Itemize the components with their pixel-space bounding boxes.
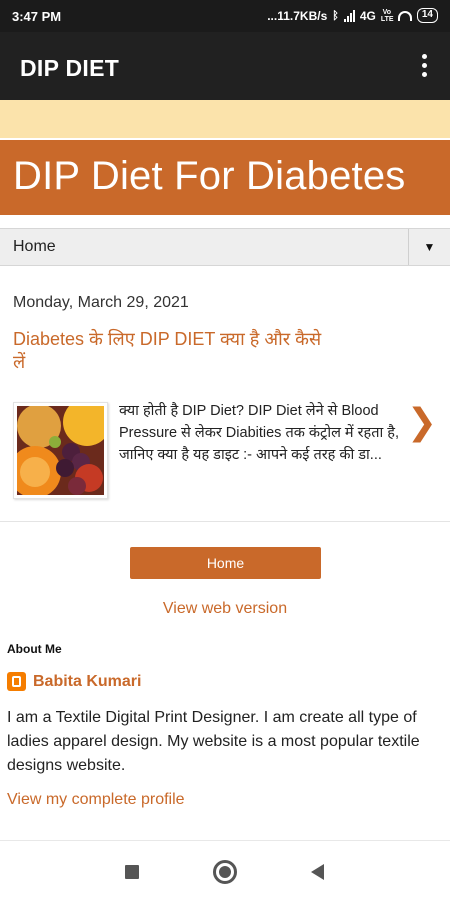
header-strip bbox=[0, 100, 450, 138]
blog-title[interactable]: DIP Diet For Diabetes bbox=[13, 154, 406, 199]
app-title: DIP DIET bbox=[20, 55, 120, 81]
signal-icon bbox=[343, 9, 355, 22]
more-vert-icon[interactable] bbox=[420, 54, 428, 77]
wifi-icon bbox=[397, 10, 412, 21]
blogger-icon bbox=[7, 672, 26, 691]
author-name[interactable]: Babita Kumari bbox=[33, 673, 141, 691]
blog-banner[interactable]: DIP Diet For Diabetes bbox=[0, 140, 450, 215]
home-button[interactable]: Home bbox=[130, 547, 321, 579]
post-snippet: क्या होती है DIP Diet? DIP Diet लेने से … bbox=[119, 403, 400, 463]
recents-icon[interactable] bbox=[125, 865, 139, 879]
status-icons: ...11.7KB/s ᛒ 4G Vo LTE 14 bbox=[267, 8, 438, 23]
caret-down-icon[interactable]: ▼ bbox=[408, 229, 450, 265]
post-thumbnail[interactable] bbox=[13, 402, 108, 499]
fruit-image bbox=[17, 406, 104, 495]
home-icon[interactable] bbox=[213, 860, 237, 884]
status-bar: 3:47 PM ...11.7KB/s ᛒ 4G Vo LTE 14 bbox=[0, 0, 450, 32]
back-icon[interactable] bbox=[311, 864, 324, 880]
system-nav-bar bbox=[0, 841, 450, 900]
page-selector-label: Home bbox=[13, 238, 56, 255]
author[interactable]: Babita Kumari bbox=[7, 672, 141, 691]
status-time: 3:47 PM bbox=[12, 9, 62, 24]
network-speed: ...11.7KB/s bbox=[267, 8, 328, 23]
volte-icon: Vo LTE bbox=[380, 8, 394, 23]
battery-indicator: 14 bbox=[416, 8, 438, 23]
chevron-right-icon[interactable]: ❯ bbox=[407, 402, 437, 442]
page-selector[interactable]: Home ▼ bbox=[0, 228, 450, 266]
app-bar: DIP DIET bbox=[0, 32, 450, 100]
about-heading: About Me bbox=[7, 642, 62, 656]
view-web-version-link[interactable]: View web version bbox=[0, 600, 450, 618]
network-type: 4G bbox=[359, 8, 376, 23]
post-date: Monday, March 29, 2021 bbox=[13, 294, 189, 311]
bluetooth-icon: ᛒ bbox=[332, 9, 339, 22]
profile-link[interactable]: View my complete profile bbox=[7, 791, 185, 809]
author-bio: I am a Textile Digital Print Designer. I… bbox=[7, 709, 420, 774]
divider bbox=[0, 521, 450, 522]
post-title-link[interactable]: Diabetes के लिए DIP DIET क्या है और कैसे… bbox=[13, 328, 333, 374]
